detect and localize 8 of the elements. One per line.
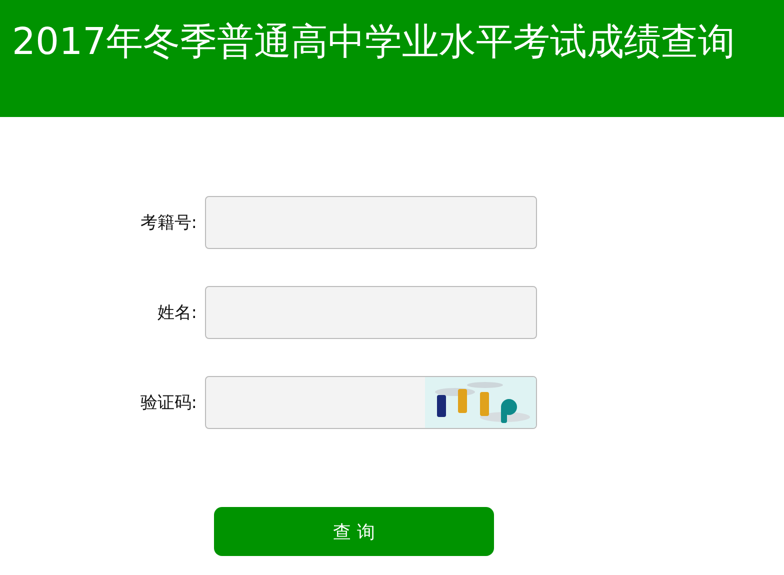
- field-label: 考籍号:: [139, 212, 198, 234]
- page-title: 2017年冬季普通高中学业水平考试成绩查询: [12, 19, 736, 65]
- field-label: 姓名:: [156, 302, 198, 324]
- captcha-field[interactable]: [205, 376, 537, 429]
- field-label: 验证码:: [139, 392, 198, 414]
- input-field[interactable]: [205, 196, 537, 249]
- query-button[interactable]: 查 询: [214, 507, 494, 556]
- input-field[interactable]: [205, 286, 537, 339]
